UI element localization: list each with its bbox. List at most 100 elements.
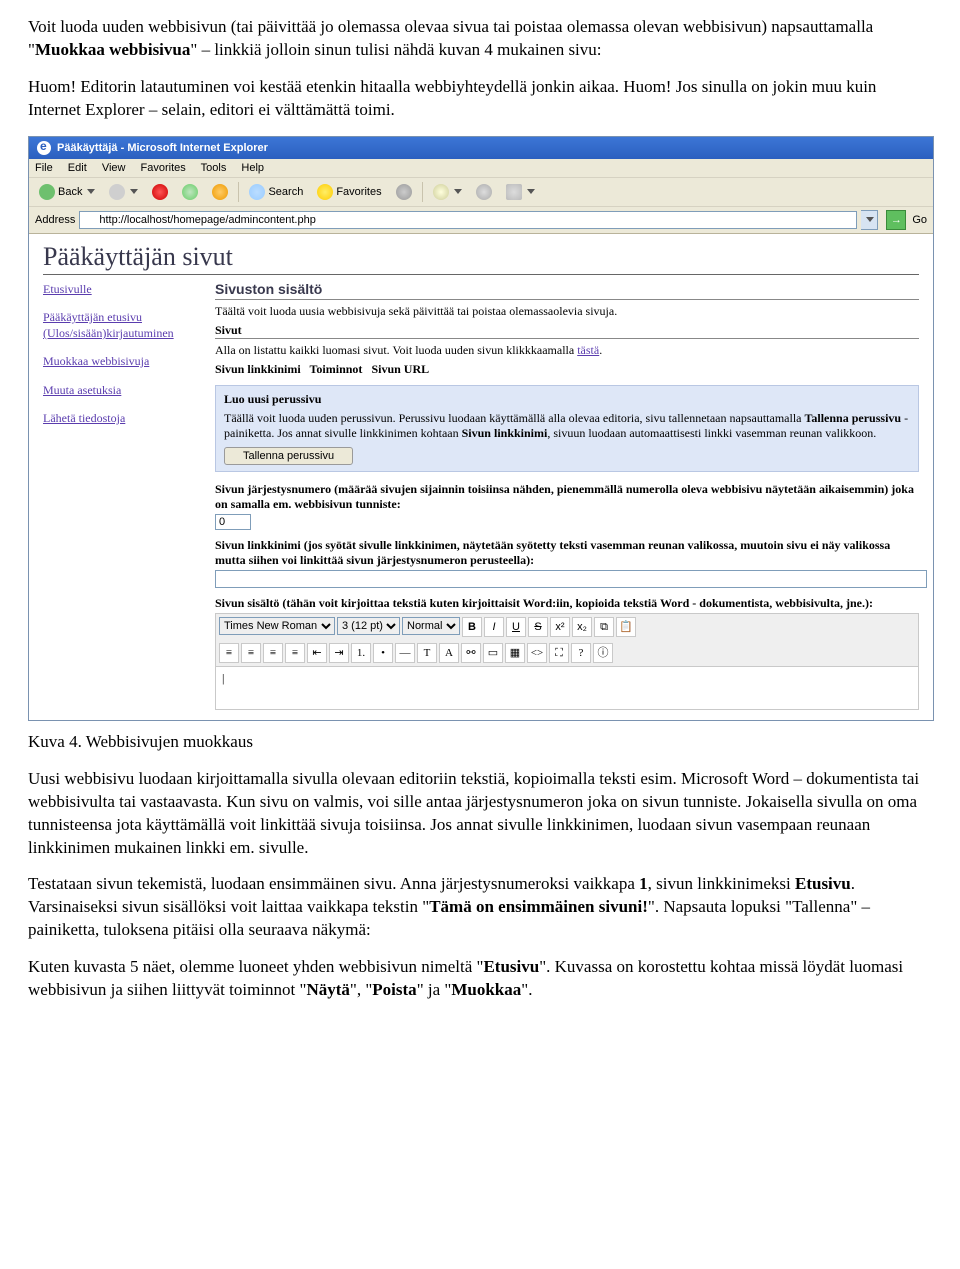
align-left-button[interactable]: ≡ xyxy=(219,643,239,663)
source-button[interactable]: <> xyxy=(527,643,547,663)
chevron-down-icon xyxy=(87,189,95,194)
unordered-list-button[interactable]: • xyxy=(373,643,393,663)
history-button[interactable] xyxy=(392,182,416,202)
chevron-down-icon xyxy=(866,217,874,222)
search-icon xyxy=(249,184,265,200)
address-input[interactable]: http://localhost/homepage/admincontent.p… xyxy=(79,211,857,229)
go-button[interactable]: → xyxy=(886,210,906,230)
refresh-icon xyxy=(182,184,198,200)
menu-favorites[interactable]: Favorites xyxy=(141,162,186,174)
bold-button[interactable]: B xyxy=(462,617,482,637)
menu-tools[interactable]: Tools xyxy=(201,162,227,174)
menu-view[interactable]: View xyxy=(102,162,126,174)
editor-toolbar-2: ≡ ≡ ≡ ≡ ⇤ ⇥ 1. • — T A ⚯ ▭ ▦ <> xyxy=(215,640,919,666)
back-button[interactable]: Back xyxy=(35,182,99,202)
band-title: Luo uusi perussivu xyxy=(224,392,910,407)
create-page-link[interactable]: tästä xyxy=(577,343,599,357)
nav-send-files[interactable]: Lähetä tiedostoja xyxy=(43,410,125,426)
nav-settings[interactable]: Muuta asetuksia xyxy=(43,382,121,398)
order-input[interactable] xyxy=(215,514,251,530)
back-icon xyxy=(39,184,55,200)
forward-button[interactable] xyxy=(105,182,142,202)
page-icon xyxy=(84,214,96,226)
menu-edit[interactable]: Edit xyxy=(68,162,87,174)
chevron-down-icon xyxy=(527,189,535,194)
chevron-down-icon xyxy=(130,189,138,194)
italic-button[interactable]: I xyxy=(484,617,504,637)
pages-label: Sivut xyxy=(215,323,919,338)
pages-desc: Alla on listattu kaikki luomasi sivut. V… xyxy=(215,343,919,358)
ie-window: Pääkäyttäjä - Microsoft Internet Explore… xyxy=(28,136,934,721)
mail-icon xyxy=(433,184,449,200)
superscript-button[interactable]: x² xyxy=(550,617,570,637)
copy-button[interactable]: ⧉ xyxy=(594,617,614,637)
fullscreen-button[interactable]: ⛶ xyxy=(549,643,569,663)
linkname-input[interactable] xyxy=(215,570,927,588)
strikethrough-button[interactable]: S xyxy=(528,617,548,637)
editor-toolbar: Times New Roman 3 (12 pt) Normal B I U S… xyxy=(215,613,919,640)
menu-file[interactable]: File xyxy=(35,162,53,174)
nav-edit-pages[interactable]: Muokkaa webbisivuja xyxy=(43,353,149,369)
paste-button[interactable]: 📋 xyxy=(616,617,636,637)
forward-icon xyxy=(109,184,125,200)
bg-color-button[interactable]: A xyxy=(439,643,459,663)
stop-icon xyxy=(152,184,168,200)
browser-toolbar: Back Search Favorites xyxy=(29,178,933,207)
help-button[interactable]: ? xyxy=(571,643,591,663)
edit-button[interactable] xyxy=(502,182,539,202)
favorites-button[interactable]: Favorites xyxy=(313,182,385,202)
band-desc: Täällä voit luoda uuden perussivun. Peru… xyxy=(224,411,910,441)
section-desc: Täältä voit luoda uusia webbisivuja sekä… xyxy=(215,304,919,319)
text-color-button[interactable]: T xyxy=(417,643,437,663)
outdent-button[interactable]: ⇤ xyxy=(307,643,327,663)
print-icon xyxy=(476,184,492,200)
admin-sidebar: Etusivulle Pääkäyttäjän etusivu (Ulos/si… xyxy=(43,281,215,710)
pages-table-header: Sivun linkkinimi Toiminnot Sivun URL xyxy=(215,362,919,377)
align-right-button[interactable]: ≡ xyxy=(263,643,283,663)
page-content: Pääkäyttäjän sivut Etusivulle Pääkäyttäj… xyxy=(29,234,933,720)
save-page-button[interactable]: Tallenna perussivu xyxy=(224,447,353,465)
menu-help[interactable]: Help xyxy=(241,162,264,174)
home-button[interactable] xyxy=(208,182,232,202)
font-select[interactable]: Times New Roman xyxy=(219,617,335,635)
paragraph-4: Testataan sivun tekemistä, luodaan ensim… xyxy=(28,873,932,942)
paragraph-3: Uusi webbisivu luodaan kirjoittamalla si… xyxy=(28,768,932,860)
size-select[interactable]: 3 (12 pt) xyxy=(337,617,400,635)
divider xyxy=(215,299,919,300)
indent-button[interactable]: ⇥ xyxy=(329,643,349,663)
print-button[interactable] xyxy=(472,182,496,202)
nav-admin-home[interactable]: Pääkäyttäjän etusivu xyxy=(43,309,142,325)
align-justify-button[interactable]: ≡ xyxy=(285,643,305,663)
col-url: Sivun URL xyxy=(371,362,429,376)
paragraph-2: Huom! Editorin latautuminen voi kestää e… xyxy=(28,76,932,122)
address-value: http://localhost/homepage/admincontent.p… xyxy=(99,214,315,226)
mail-button[interactable] xyxy=(429,182,466,202)
col-actions: Toiminnot xyxy=(310,362,363,376)
editor-cursor: | xyxy=(222,671,224,685)
divider xyxy=(215,338,919,339)
nav-home[interactable]: Etusivulle xyxy=(43,281,92,297)
go-label: Go xyxy=(912,214,927,226)
format-select[interactable]: Normal xyxy=(402,617,460,635)
info-button[interactable]: ⓘ xyxy=(593,643,613,663)
search-button[interactable]: Search xyxy=(245,182,307,202)
align-center-button[interactable]: ≡ xyxy=(241,643,261,663)
address-dropdown[interactable] xyxy=(861,210,878,230)
hr-button[interactable]: — xyxy=(395,643,415,663)
address-bar: Address http://localhost/homepage/adminc… xyxy=(29,207,933,234)
underline-button[interactable]: U xyxy=(506,617,526,637)
ie-logo-icon xyxy=(37,141,51,155)
subscript-button[interactable]: x₂ xyxy=(572,617,592,637)
history-icon xyxy=(396,184,412,200)
table-button[interactable]: ▦ xyxy=(505,643,525,663)
paragraph-5: Kuten kuvasta 5 näet, olemme luoneet yhd… xyxy=(28,956,932,1002)
nav-login-out[interactable]: (Ulos/sisään)kirjautuminen xyxy=(43,325,174,341)
section-heading: Sivuston sisältö xyxy=(215,281,919,297)
ordered-list-button[interactable]: 1. xyxy=(351,643,371,663)
image-button[interactable]: ▭ xyxy=(483,643,503,663)
link-button[interactable]: ⚯ xyxy=(461,643,481,663)
edit-icon xyxy=(506,184,522,200)
editor-canvas[interactable]: | xyxy=(215,666,919,710)
refresh-button[interactable] xyxy=(178,182,202,202)
stop-button[interactable] xyxy=(148,182,172,202)
